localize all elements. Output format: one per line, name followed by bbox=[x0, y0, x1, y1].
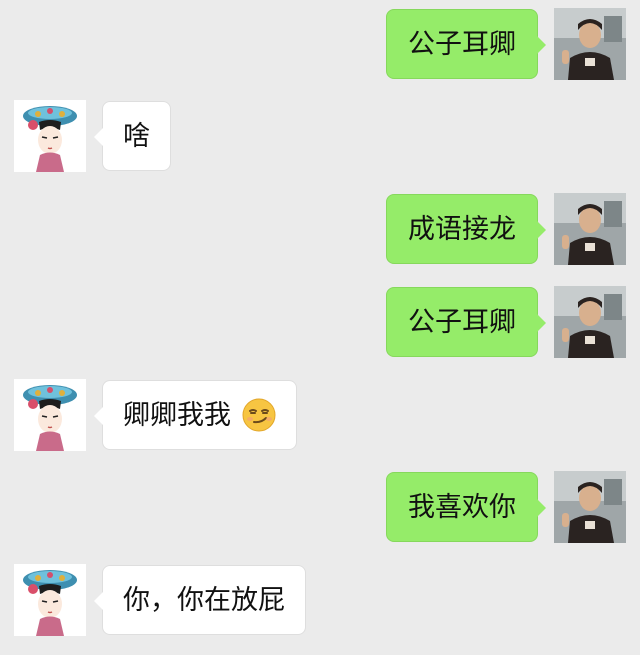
smirking-face-icon bbox=[242, 398, 276, 431]
message-bubble-sent[interactable]: 我喜欢你 bbox=[386, 472, 546, 542]
sender-avatar-icon[interactable] bbox=[554, 193, 626, 265]
message-bubble-received[interactable]: 啥 bbox=[94, 101, 171, 171]
chat-window: 公子耳卿 啥 成语接龙 公子耳卿 卿卿我我 我喜欢你 你，你在放屁 bbox=[0, 0, 640, 655]
message-bubble-received[interactable]: 你，你在放屁 bbox=[94, 565, 306, 635]
message-row-sent: 成语接龙 bbox=[0, 193, 640, 265]
message-row-sent: 我喜欢你 bbox=[0, 471, 640, 543]
message-row-received: 啥 bbox=[0, 100, 640, 172]
receiver-avatar-icon[interactable] bbox=[14, 379, 86, 451]
message-row-sent: 公子耳卿 bbox=[0, 8, 640, 80]
message-text: 你，你在放屁 bbox=[123, 585, 285, 616]
message-row-received: 你，你在放屁 bbox=[0, 564, 640, 636]
sender-avatar-icon[interactable] bbox=[554, 471, 626, 543]
message-text: 啥 bbox=[123, 121, 150, 152]
message-text: 卿卿我我 bbox=[123, 400, 231, 431]
message-row-sent: 公子耳卿 bbox=[0, 286, 640, 358]
message-text: 我喜欢你 bbox=[408, 492, 516, 523]
sender-avatar-icon[interactable] bbox=[554, 8, 626, 80]
sender-avatar-icon[interactable] bbox=[554, 286, 626, 358]
message-text: 公子耳卿 bbox=[408, 307, 516, 338]
message-row-received: 卿卿我我 bbox=[0, 379, 640, 451]
message-bubble-sent[interactable]: 公子耳卿 bbox=[386, 287, 546, 357]
message-bubble-received[interactable]: 卿卿我我 bbox=[94, 380, 297, 450]
message-bubble-sent[interactable]: 成语接龙 bbox=[386, 194, 546, 264]
receiver-avatar-icon[interactable] bbox=[14, 100, 86, 172]
receiver-avatar-icon[interactable] bbox=[14, 564, 86, 636]
message-bubble-sent[interactable]: 公子耳卿 bbox=[386, 9, 546, 79]
message-text: 公子耳卿 bbox=[408, 29, 516, 60]
message-text: 成语接龙 bbox=[408, 214, 516, 245]
